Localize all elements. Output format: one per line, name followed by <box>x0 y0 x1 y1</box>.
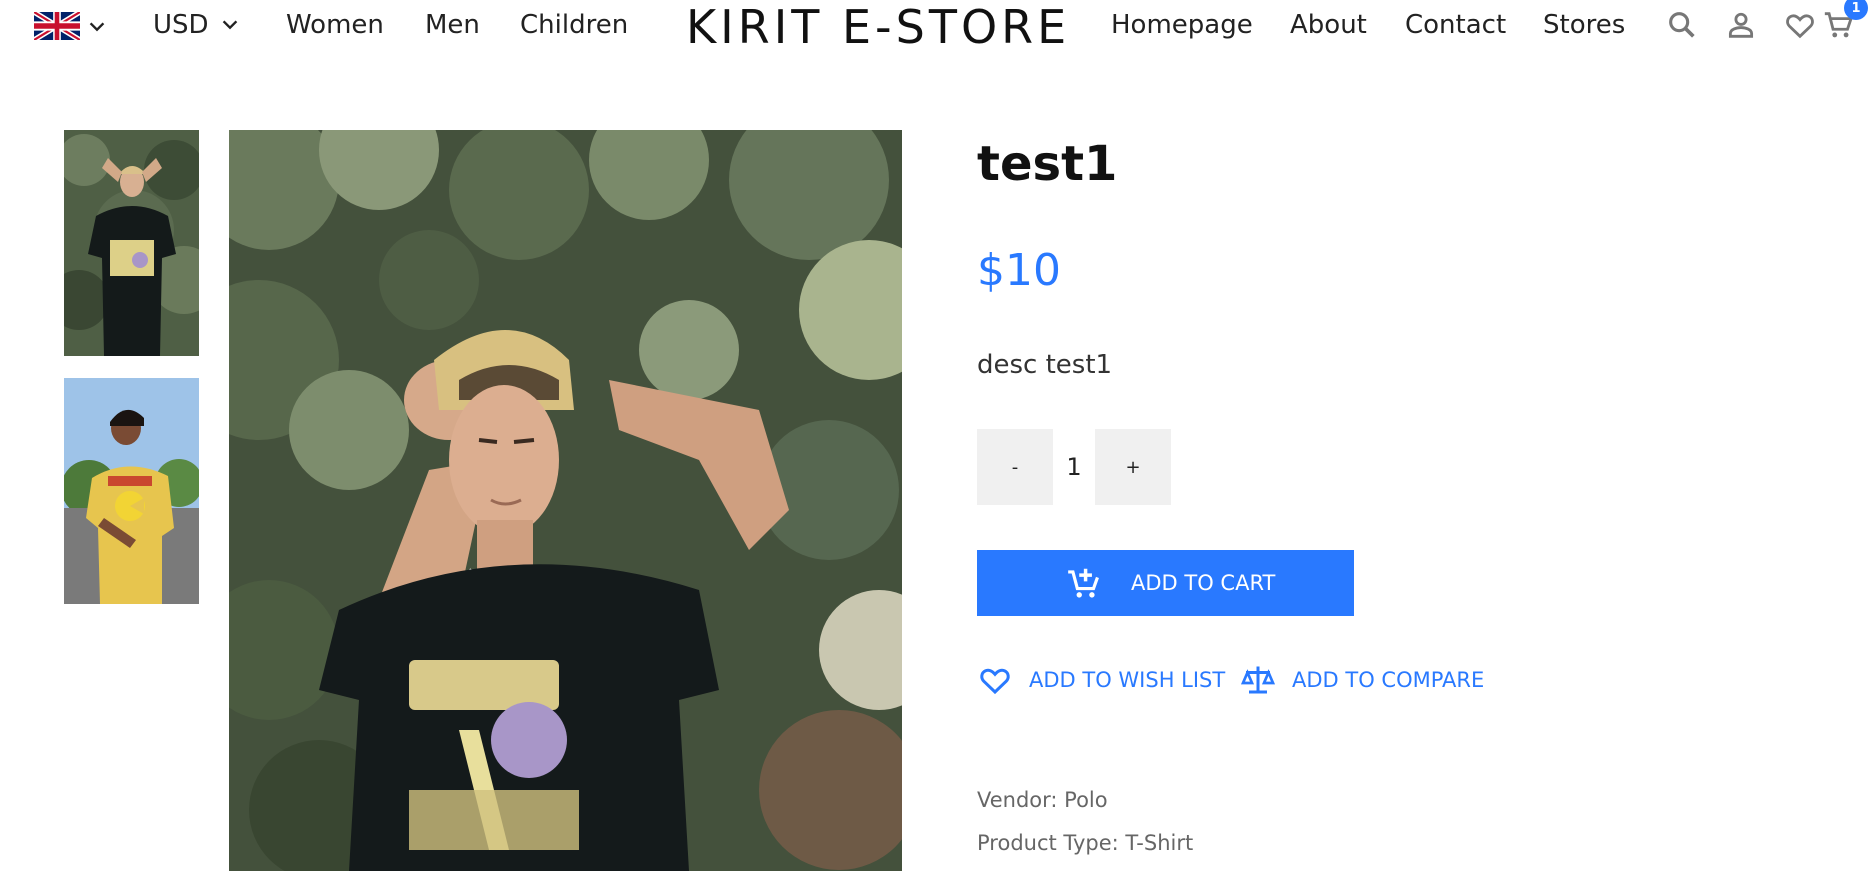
heart-outline-icon <box>980 668 1010 695</box>
add-to-cart-label: ADD TO CART <box>1131 571 1276 595</box>
quantity-increase-button[interactable]: + <box>1095 429 1171 505</box>
product-description: desc test1 <box>977 350 1113 380</box>
wishlist-button[interactable] <box>1783 8 1817 42</box>
add-to-compare-link[interactable]: ADD TO COMPARE <box>1240 662 1484 698</box>
thumbnail-photo-yellow-tshirt <box>64 378 199 604</box>
add-to-wishlist-link[interactable]: ADD TO WISH LIST <box>977 662 1225 698</box>
quantity-value[interactable]: 1 <box>1053 429 1095 505</box>
search-button[interactable] <box>1665 8 1699 42</box>
cart-count-badge: 1 <box>1844 0 1868 20</box>
account-button[interactable] <box>1724 8 1758 42</box>
add-to-cart-button[interactable]: ADD TO CART <box>977 550 1354 616</box>
nav-children[interactable]: Children <box>520 10 628 40</box>
nav-about[interactable]: About <box>1290 10 1367 40</box>
product-title: test1 <box>977 136 1118 192</box>
thumbnail-photo-dark-tshirt <box>64 130 199 356</box>
currency-label: USD <box>153 10 209 40</box>
product-vendor: Vendor: Polo <box>977 788 1108 812</box>
nav-women[interactable]: Women <box>286 10 384 40</box>
nav-homepage[interactable]: Homepage <box>1111 10 1253 40</box>
add-to-compare-label: ADD TO COMPARE <box>1292 668 1485 692</box>
add-to-wishlist-label: ADD TO WISH LIST <box>1029 668 1226 692</box>
store-logo[interactable]: KIRIT E-STORE <box>686 0 1070 54</box>
language-selector[interactable] <box>32 9 82 43</box>
nav-men[interactable]: Men <box>425 10 480 40</box>
nav-stores[interactable]: Stores <box>1543 10 1625 40</box>
add-cart-icon <box>1068 568 1099 598</box>
chevron-down-icon <box>222 20 237 30</box>
product-main-image[interactable] <box>229 130 902 871</box>
product-thumbnail-2[interactable] <box>64 378 199 604</box>
search-icon <box>1669 12 1695 38</box>
quantity-decrease-button[interactable]: - <box>977 429 1053 505</box>
chevron-down-icon[interactable] <box>86 16 108 38</box>
scale-icon <box>1240 666 1276 694</box>
nav-contact[interactable]: Contact <box>1405 10 1506 40</box>
currency-selector[interactable]: USD <box>153 10 241 40</box>
cart-button[interactable]: 1 <box>1822 0 1868 42</box>
user-icon <box>1728 12 1754 38</box>
product-type: Product Type: T-Shirt <box>977 831 1194 855</box>
product-thumbnail-1[interactable] <box>64 130 199 356</box>
heart-icon <box>1786 14 1814 39</box>
site-header: USD Women Men Children KIRIT E-STORE Hom… <box>0 0 1875 54</box>
product-price: $10 <box>977 245 1061 296</box>
main-photo-man-in-black-tshirt <box>229 130 902 871</box>
uk-flag-icon <box>32 9 82 43</box>
